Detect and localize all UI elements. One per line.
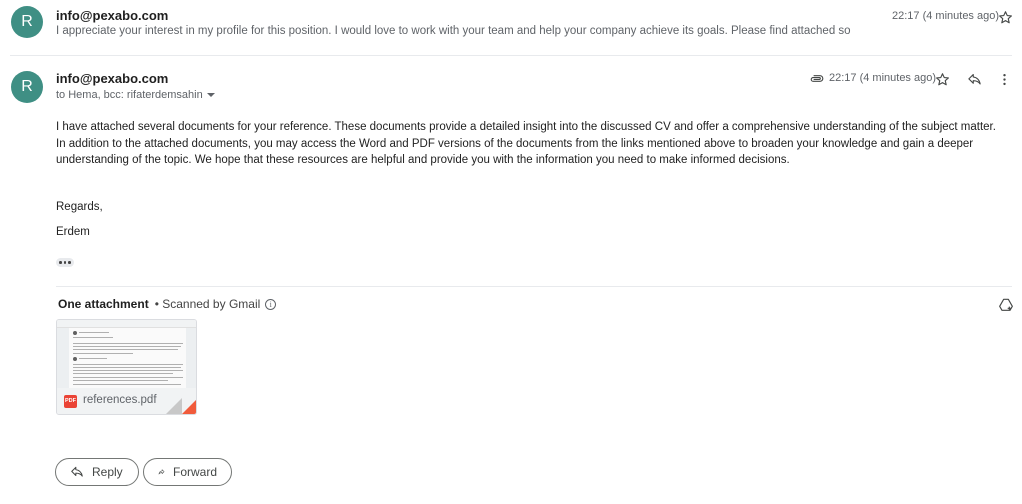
sender-avatar: R [11,71,43,103]
attachment-icon [808,69,826,87]
attachments-heading: One attachment [58,297,149,311]
attachments-header: One attachment • Scanned by Gmail i [58,297,277,311]
more-vert-icon[interactable] [995,70,1013,88]
star-icon[interactable] [996,8,1014,26]
reply-icon [71,466,83,477]
page-corner-icon [182,398,196,414]
message-time: 22:17 (4 minutes ago) [892,10,1000,22]
reply-icon[interactable] [965,70,983,88]
attachment-footer: PDF references.pdf [57,388,196,414]
add-to-drive-icon[interactable] [997,296,1015,314]
recipients-text: to Hema, bcc: rifaterdemsahin [56,89,203,101]
attachment-divider [56,286,1012,287]
attachment-thumbnail [57,320,196,390]
chevron-down-icon[interactable] [206,93,215,98]
attachment-card[interactable]: PDF references.pdf [56,319,197,415]
sender-name[interactable]: info@pexabo.com [56,71,168,86]
reply-button[interactable]: Reply [55,458,139,486]
message-signature: Erdem [56,226,90,238]
attachment-filename: references.pdf [83,394,157,406]
star-icon[interactable] [933,70,951,88]
message-divider [10,55,1012,56]
message-closing: Regards, [56,201,103,213]
info-icon[interactable]: i [265,298,277,310]
message-body: I have attached several documents for yo… [56,121,996,166]
pdf-icon: PDF [64,395,77,408]
message-snippet: I appreciate your interest in my profile… [56,25,851,37]
sender-avatar: R [11,6,43,38]
show-trimmed-content-button[interactable] [56,258,74,267]
recipients-dropdown[interactable]: to Hema, bcc: rifaterdemsahin [56,89,215,101]
reply-label: Reply [92,465,123,479]
scan-note: • Scanned by Gmail [154,297,261,311]
sender-name: info@pexabo.com [56,8,169,23]
forward-label: Forward [172,465,217,479]
message-time: 22:17 (4 minutes ago) [829,72,937,84]
page-fold-icon [166,398,182,414]
collapsed-message[interactable]: R info@pexabo.com I appreciate your inte… [0,0,1022,55]
forward-icon [158,469,165,475]
forward-button[interactable]: Forward [143,458,232,486]
